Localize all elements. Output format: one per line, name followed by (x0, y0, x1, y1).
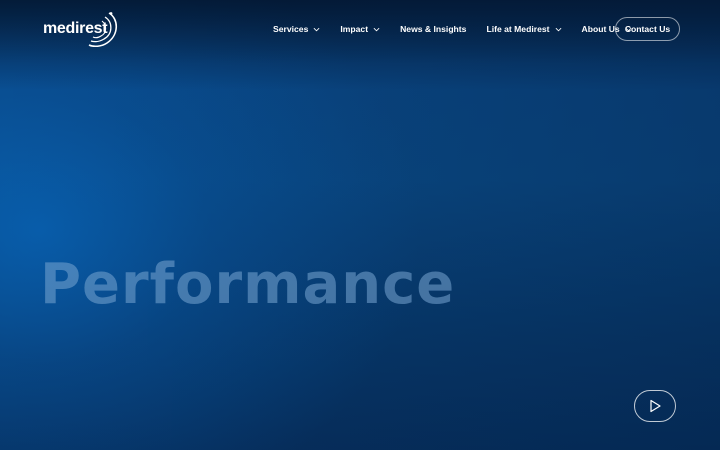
play-icon (650, 399, 661, 413)
nav-item-services[interactable]: Services (273, 24, 320, 34)
logo-swoosh-icon (88, 12, 118, 47)
chevron-down-icon (373, 27, 380, 31)
play-video-button[interactable] (634, 390, 676, 422)
nav-item-label: Life at Medirest (486, 24, 550, 34)
nav-item-label: Services (273, 24, 309, 34)
main-nav: Services Impact News & Insights Life at … (273, 20, 652, 38)
nav-item-label: Impact (340, 24, 369, 34)
hero-headline: Performance (40, 252, 456, 317)
nav-item-label: About Us (581, 24, 620, 34)
chevron-down-icon (555, 27, 561, 31)
hero-section: medirest Services Impact News & Insights (0, 0, 720, 450)
nav-item-news-insights[interactable]: News & Insights (400, 24, 466, 34)
site-header: medirest Services Impact News & Insights (0, 0, 720, 58)
nav-item-impact[interactable]: Impact (340, 24, 380, 34)
chevron-down-icon (313, 27, 320, 31)
nav-item-label: News & Insights (400, 24, 467, 34)
medirest-logo[interactable]: medirest (43, 11, 123, 49)
contact-us-button[interactable]: Contact Us (615, 17, 680, 41)
nav-item-life-at-medirest[interactable]: Life at Medirest (486, 24, 561, 34)
